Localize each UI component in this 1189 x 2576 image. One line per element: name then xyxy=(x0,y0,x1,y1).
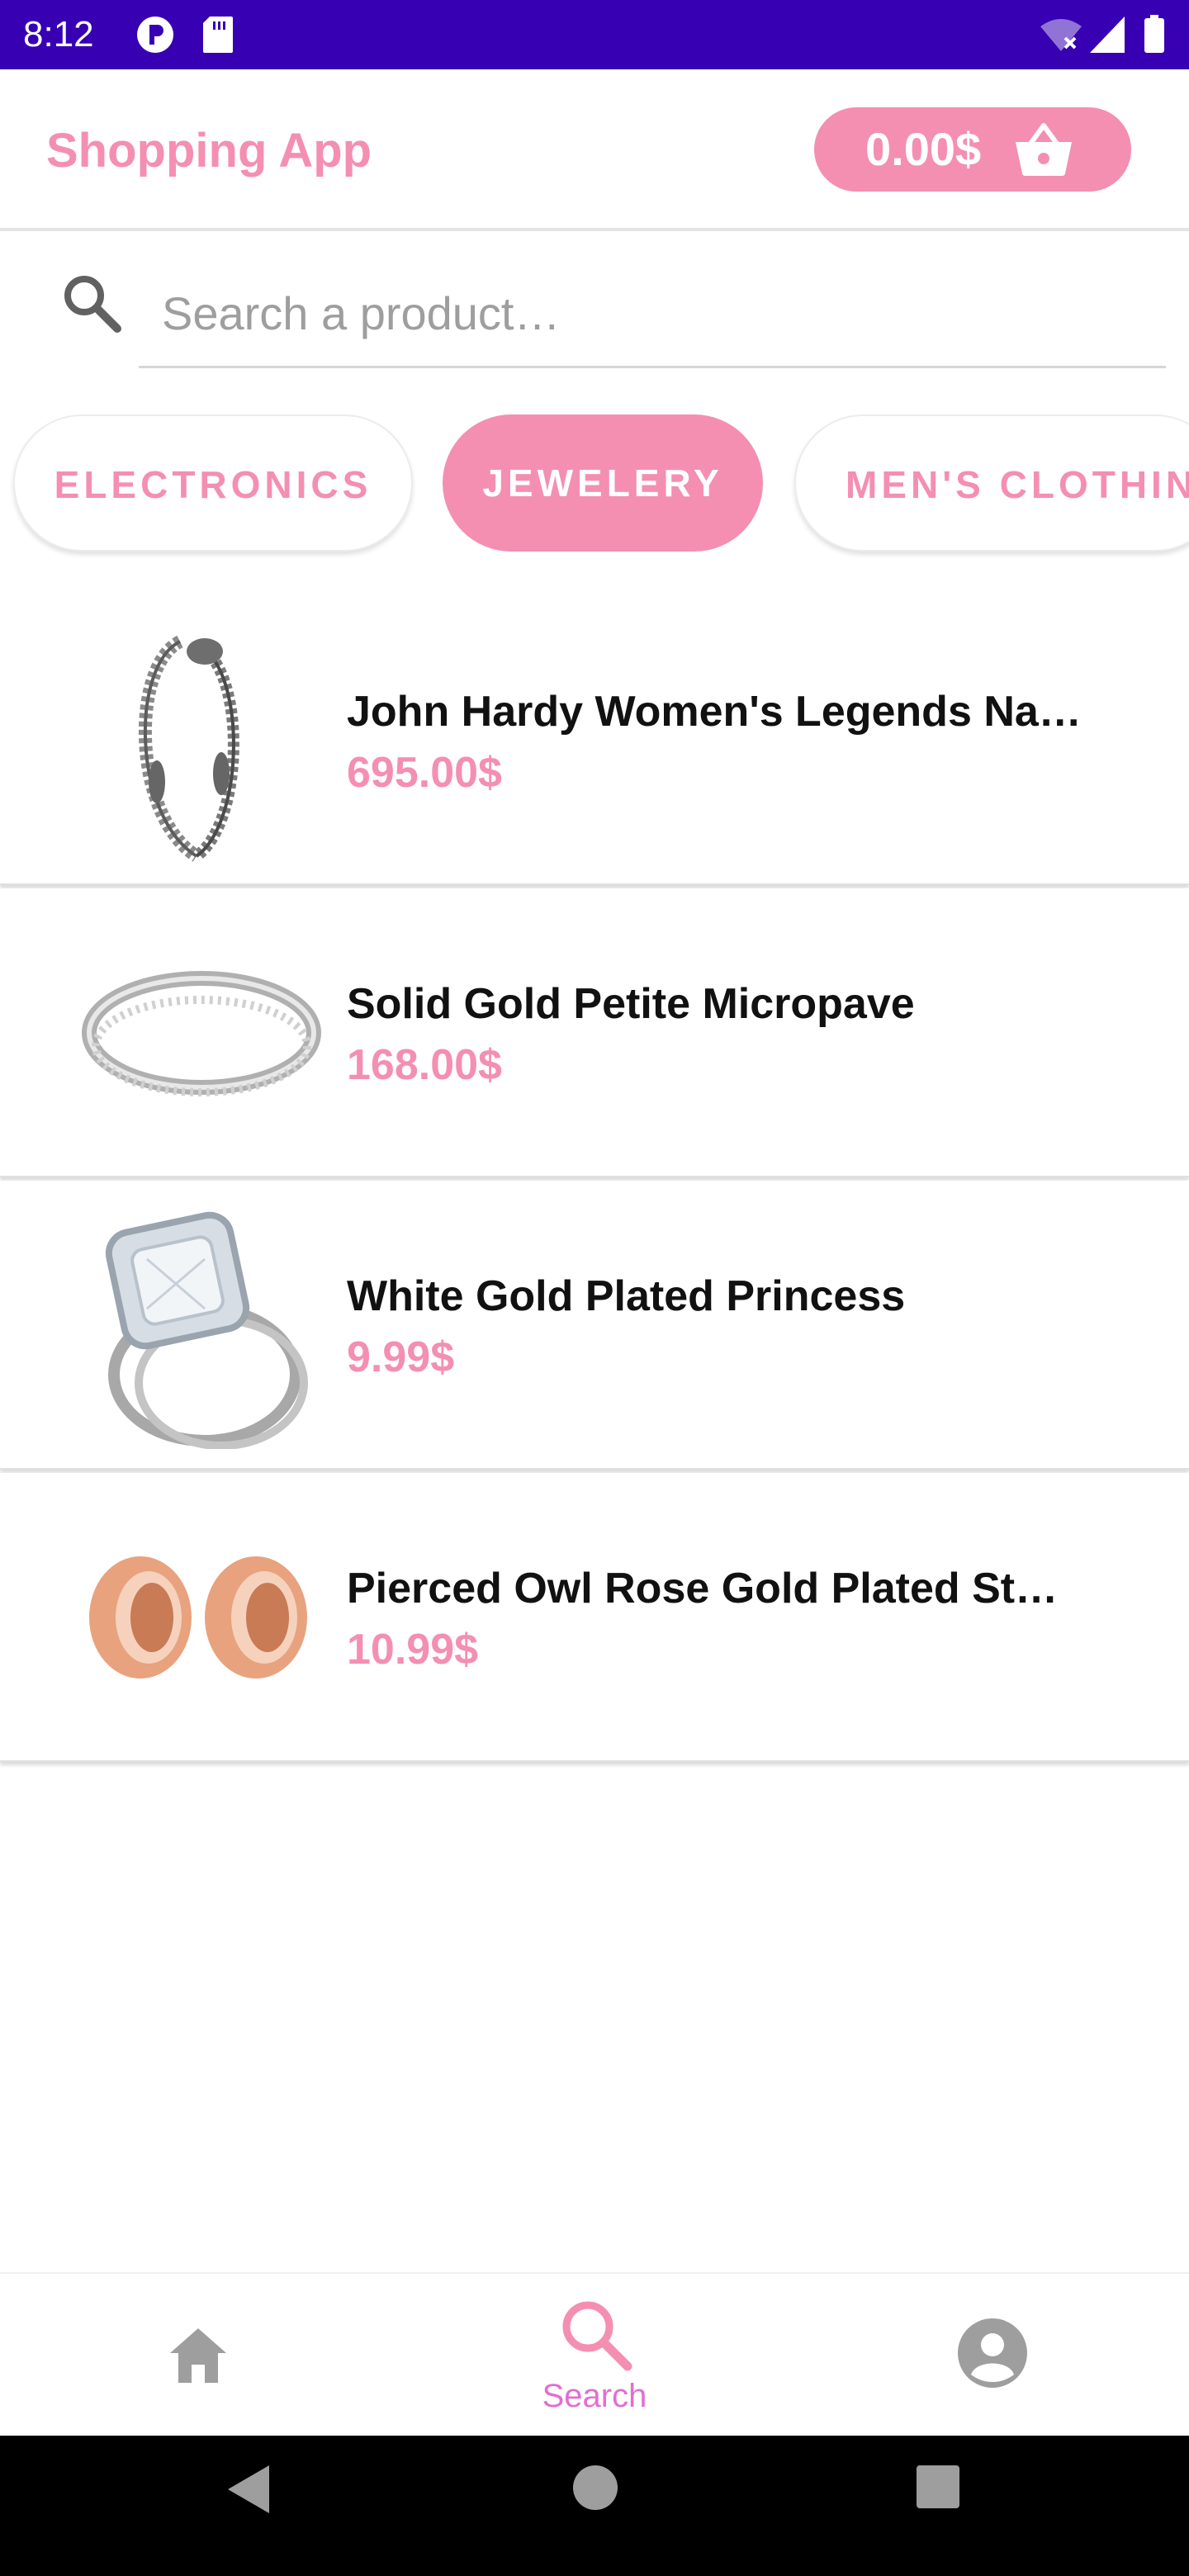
product-price: 9.99$ xyxy=(347,1333,455,1381)
product-name: John Hardy Women's Legends Na… xyxy=(347,688,1082,736)
cart-total: 0.00$ xyxy=(865,123,982,175)
app-title: Shopping App xyxy=(46,124,372,178)
product-price: 10.99$ xyxy=(347,1626,479,1674)
product-card[interactable]: Solid Gold Petite Micropave 168.00$ xyxy=(0,888,1189,1177)
product-name: Solid Gold Petite Micropave xyxy=(347,980,915,1028)
product-card[interactable]: White Gold Plated Princess 9.99$ xyxy=(0,1181,1189,1470)
recents-icon[interactable] xyxy=(915,2464,961,2514)
category-chip-electronics[interactable]: ELECTRONICS xyxy=(13,414,413,552)
search-input[interactable] xyxy=(139,261,1166,368)
battery-icon xyxy=(1143,15,1166,59)
cell-signal-icon xyxy=(1088,15,1126,59)
product-name: White Gold Plated Princess xyxy=(347,1272,906,1320)
home-circle-icon[interactable] xyxy=(570,2462,621,2517)
back-icon[interactable] xyxy=(223,2460,272,2522)
product-price: 168.00$ xyxy=(347,1041,502,1089)
status-bar: 8:12 xyxy=(0,0,1189,69)
nav-search[interactable]: Search xyxy=(396,2274,793,2437)
product-price: 695.00$ xyxy=(347,749,502,797)
rose-gold-tunnels-image xyxy=(81,1494,329,1741)
privacy-dot-icon xyxy=(135,15,175,59)
search-icon[interactable] xyxy=(61,272,122,338)
search-icon xyxy=(558,2297,632,2375)
chain-bracelet-image xyxy=(81,617,329,864)
category-chip-mens-clothing[interactable]: MEN'S CLOTHING xyxy=(794,414,1189,552)
sd-card-icon xyxy=(201,15,234,59)
system-navigation-bar xyxy=(0,2436,1189,2576)
nav-home[interactable] xyxy=(0,2274,396,2437)
shopping-basket-icon xyxy=(1014,122,1073,181)
account-icon xyxy=(956,2317,1029,2394)
nav-account[interactable] xyxy=(793,2274,1189,2437)
cart-button[interactable]: 0.00$ xyxy=(814,107,1131,192)
cushion-cut-ring-image xyxy=(81,1201,329,1450)
wifi-off-icon xyxy=(1039,15,1083,59)
nav-search-label: Search xyxy=(542,2378,647,2414)
category-chip-jewelery[interactable]: JEWELERY xyxy=(443,414,763,552)
status-time: 8:12 xyxy=(23,14,94,54)
product-card[interactable]: John Hardy Women's Legends Na… 695.00$ xyxy=(0,596,1189,885)
home-icon xyxy=(168,2325,228,2389)
product-name: Pierced Owl Rose Gold Plated St… xyxy=(347,1565,1059,1612)
product-card[interactable]: Pierced Owl Rose Gold Plated St… 10.99$ xyxy=(0,1473,1189,1762)
app-bar: Shopping App 0.00$ xyxy=(0,69,1189,231)
eternity-band-image xyxy=(81,909,329,1157)
bottom-navigation: Search xyxy=(0,2272,1189,2436)
